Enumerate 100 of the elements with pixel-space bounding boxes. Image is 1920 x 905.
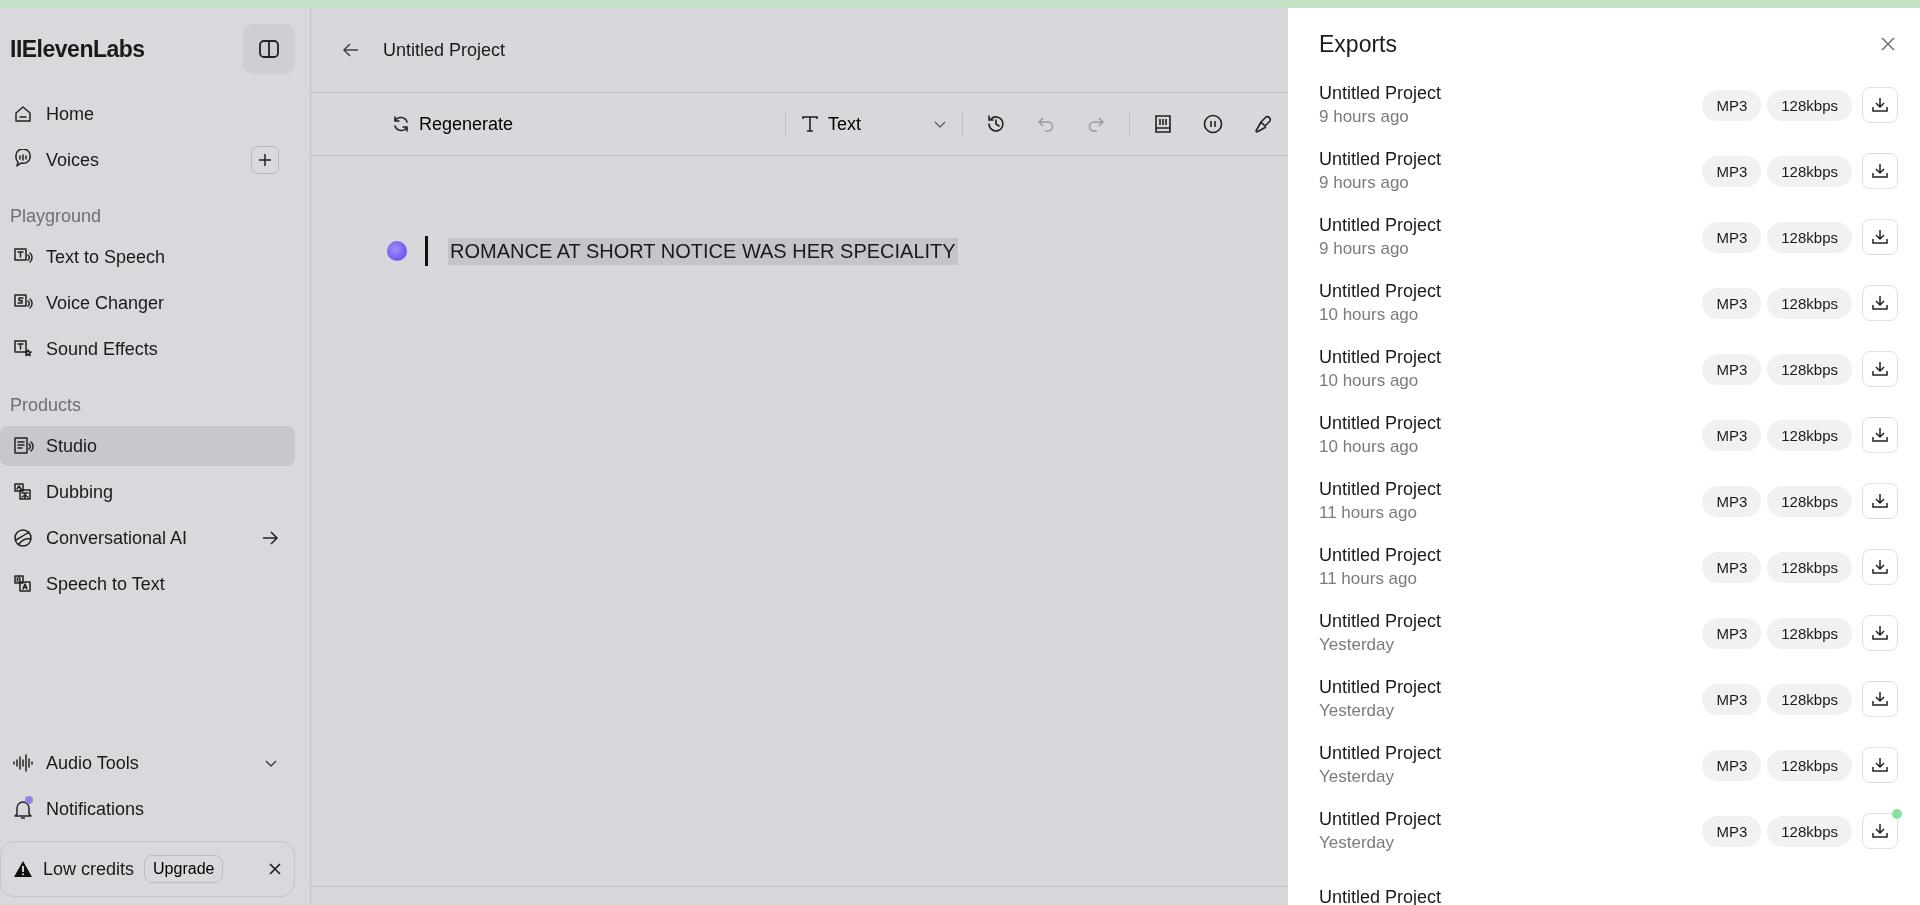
- add-button[interactable]: [251, 146, 279, 174]
- banner-text: Low credits: [43, 858, 135, 880]
- refresh-icon: [391, 114, 411, 134]
- download-button[interactable]: [1862, 87, 1898, 123]
- section-heading: Products: [9, 395, 83, 416]
- export-time: 10 hours ago: [1319, 305, 1419, 325]
- regenerate-button[interactable]: Regenerate: [387, 107, 777, 141]
- nav-item[interactable]: Audio Tools: [0, 743, 295, 783]
- bitrate-tag: 128kbps: [1767, 683, 1852, 715]
- download-icon: [1871, 492, 1889, 510]
- export-time: 11 hours ago: [1319, 569, 1417, 589]
- download-icon: [1871, 756, 1889, 774]
- download-button[interactable]: [1862, 615, 1898, 651]
- export-time: 11 hours ago: [1319, 503, 1417, 523]
- nav-item[interactable]: Dubbing: [0, 472, 295, 512]
- format-tag: MP3: [1702, 221, 1762, 253]
- sidebar-toggle-button[interactable]: [243, 24, 295, 74]
- nav-item[interactable]: Speech to Text: [0, 564, 295, 604]
- undo-icon: [1036, 114, 1056, 134]
- download-icon: [1871, 96, 1889, 114]
- waveform-icon: [12, 752, 34, 774]
- export-time: Yesterday: [1319, 701, 1394, 721]
- export-time: 9 hours ago: [1319, 173, 1409, 193]
- download-button[interactable]: [1862, 549, 1898, 585]
- export-name: Untitled Project: [1319, 83, 1442, 104]
- upgrade-button[interactable]: Upgrade: [144, 855, 224, 883]
- nav-item[interactable]: Notifications: [0, 789, 295, 829]
- format-tag: MP3: [1702, 89, 1762, 121]
- download-icon: [1871, 624, 1889, 642]
- bitrate-tag: 128kbps: [1767, 617, 1852, 649]
- bitrate-tag: 128kbps: [1767, 551, 1852, 583]
- voice-avatar[interactable]: [387, 241, 407, 261]
- home-icon: [12, 103, 34, 125]
- export-name: Untitled Project: [1319, 545, 1442, 566]
- plus-icon: [258, 153, 272, 167]
- download-icon: [1871, 162, 1889, 180]
- download-icon: [1871, 360, 1889, 378]
- download-button[interactable]: [1862, 747, 1898, 783]
- export-name: Untitled Project: [1319, 743, 1442, 764]
- format-tag: MP3: [1702, 617, 1762, 649]
- download-button[interactable]: [1862, 153, 1898, 189]
- download-icon: [1871, 822, 1889, 840]
- bitrate-tag: 128kbps: [1767, 221, 1852, 253]
- download-icon: [1871, 690, 1889, 708]
- export-name: Untitled Project: [1319, 413, 1442, 434]
- download-button[interactable]: [1862, 219, 1898, 255]
- arrow-right-icon: [261, 529, 279, 547]
- format-tag: MP3: [1702, 551, 1762, 583]
- nav-item[interactable]: Home: [0, 94, 295, 134]
- export-time: 10 hours ago: [1319, 437, 1419, 457]
- nav-item[interactable]: Studio: [0, 426, 295, 466]
- format-tag: MP3: [1702, 287, 1762, 319]
- nav-item[interactable]: Voices: [0, 140, 295, 180]
- download-icon: [1871, 294, 1889, 312]
- export-name: Untitled Project: [1319, 611, 1442, 632]
- bitrate-tag: 128kbps: [1767, 815, 1852, 847]
- export-time: 9 hours ago: [1319, 107, 1409, 127]
- download-button[interactable]: [1862, 417, 1898, 453]
- bitrate-tag: 128kbps: [1767, 419, 1852, 451]
- text-cursor: [425, 236, 428, 266]
- section-heading: Playground: [9, 206, 103, 227]
- nav-item[interactable]: Sound Effects: [0, 329, 295, 369]
- logo[interactable]: IIElevenLabs: [10, 35, 145, 63]
- export-name: Untitled Project: [1319, 149, 1442, 170]
- redo-icon: [1086, 114, 1106, 134]
- format-tag: MP3: [1702, 749, 1762, 781]
- download-button[interactable]: [1862, 483, 1898, 519]
- download-icon: [1871, 228, 1889, 246]
- book-icon: [1152, 113, 1174, 135]
- bitrate-tag: 128kbps: [1767, 287, 1852, 319]
- text-icon: [800, 114, 820, 134]
- close-icon[interactable]: [1880, 36, 1896, 52]
- block-type-dropdown[interactable]: Text: [794, 107, 954, 141]
- download-button[interactable]: [1862, 681, 1898, 717]
- export-name: Untitled Project: [1319, 677, 1442, 698]
- studio-icon: [12, 435, 34, 457]
- format-tag: MP3: [1702, 353, 1762, 385]
- format-tag: MP3: [1702, 683, 1762, 715]
- paragraph-text[interactable]: ROMANCE AT SHORT NOTICE WAS HER SPECIALITY: [448, 237, 958, 265]
- nav-item[interactable]: Voice Changer: [0, 283, 295, 323]
- export-time: Yesterday: [1319, 767, 1394, 787]
- nav-item[interactable]: Conversational AI: [0, 518, 295, 558]
- bitrate-tag: 128kbps: [1767, 749, 1852, 781]
- pause-icon: [1202, 113, 1224, 135]
- download-button[interactable]: [1862, 351, 1898, 387]
- bell-icon: [12, 798, 34, 820]
- bitrate-tag: 128kbps: [1767, 89, 1852, 121]
- nav-item[interactable]: Text to Speech: [0, 237, 295, 277]
- close-icon[interactable]: [268, 862, 282, 876]
- format-tag: MP3: [1702, 485, 1762, 517]
- download-button[interactable]: [1862, 285, 1898, 321]
- export-name: Untitled Project: [1319, 347, 1442, 368]
- format-tag: MP3: [1702, 815, 1762, 847]
- stt-icon: [12, 573, 34, 595]
- download-icon: [1871, 558, 1889, 576]
- dubbing-icon: [12, 481, 34, 503]
- panel-icon: [258, 38, 280, 60]
- export-name: Untitled Project: [1319, 479, 1442, 500]
- bitrate-tag: 128kbps: [1767, 353, 1852, 385]
- download-icon: [1871, 426, 1889, 444]
